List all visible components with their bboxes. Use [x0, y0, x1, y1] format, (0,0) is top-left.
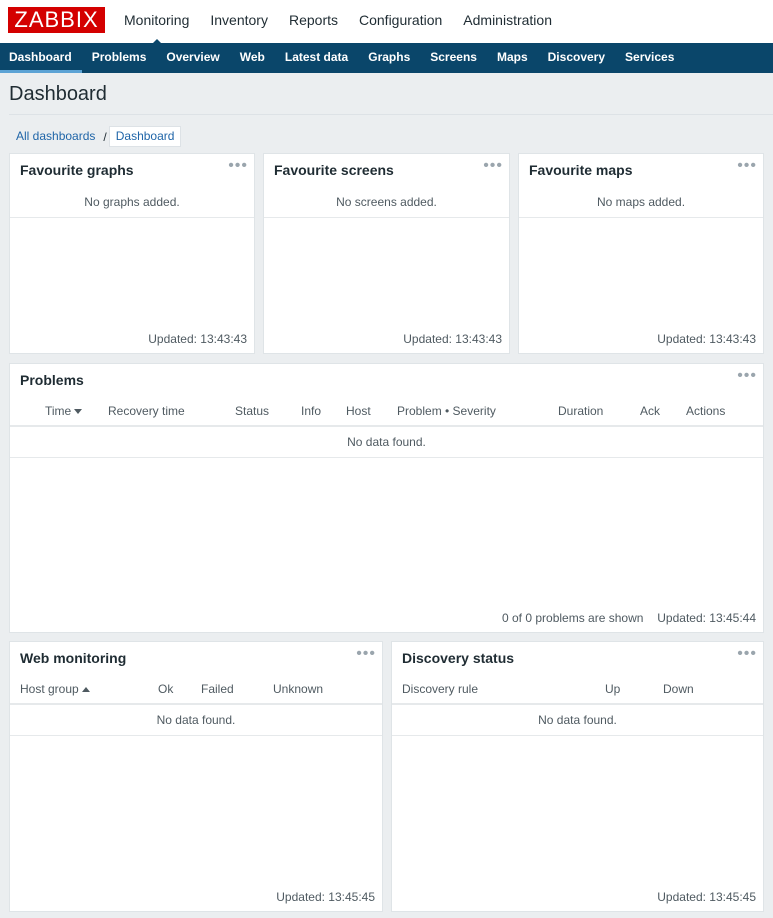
main-nav-configuration[interactable]: Configuration [359, 0, 442, 43]
widget-favourite-maps: Favourite maps ••• No maps added. Update… [518, 153, 764, 354]
column-ok: Ok [158, 682, 174, 696]
breadcrumb-separator: / [103, 129, 107, 144]
empty-message: No data found. [347, 435, 426, 449]
widget-menu-icon[interactable]: ••• [483, 157, 503, 175]
column-host-group[interactable]: Host group [20, 682, 90, 696]
column-ack: Ack [640, 404, 661, 418]
column-host-group-label: Host group [20, 682, 79, 696]
widget-menu-icon[interactable]: ••• [737, 367, 757, 385]
widget-title: Problems [20, 372, 84, 388]
widget-title: Favourite graphs [20, 162, 134, 178]
column-duration: Duration [558, 404, 604, 418]
divider [10, 217, 254, 218]
column-unknown: Unknown [273, 682, 324, 696]
breadcrumb-all-dashboards[interactable]: All dashboards [10, 127, 101, 146]
empty-message: No maps added. [596, 195, 686, 209]
column-down: Down [663, 682, 694, 696]
updated-time: Updated: 13:45:44 [657, 611, 756, 625]
empty-message: No data found. [156, 713, 236, 727]
title-divider [9, 114, 773, 115]
widget-title: Discovery status [402, 650, 515, 666]
updated-time: Updated: 13:45:45 [657, 890, 756, 904]
zabbix-logo[interactable]: ZABBIX [8, 7, 105, 33]
empty-message: No data found. [538, 713, 617, 727]
sub-nav-web[interactable]: Web [230, 43, 275, 73]
widget-menu-icon[interactable]: ••• [228, 157, 248, 175]
widget-menu-icon[interactable]: ••• [356, 645, 376, 663]
main-nav-monitoring[interactable]: Monitoring [124, 0, 189, 46]
sub-nav-services[interactable]: Services [615, 43, 684, 73]
widget-discovery-status: Discovery status ••• Discovery rule Up D… [391, 641, 764, 912]
column-time[interactable]: Time [45, 404, 83, 418]
widget-favourite-screens: Favourite screens ••• No screens added. … [263, 153, 510, 354]
column-recovery-time[interactable]: Recovery time [108, 404, 185, 418]
sub-nav-discovery[interactable]: Discovery [538, 43, 615, 73]
main-nav-reports[interactable]: Reports [289, 0, 338, 43]
main-nav-inventory[interactable]: Inventory [210, 0, 268, 43]
divider [10, 457, 763, 458]
column-failed: Failed [201, 682, 234, 696]
updated-time: Updated: 13:43:43 [657, 332, 756, 346]
sub-nav: Dashboard Problems Overview Web Latest d… [0, 43, 773, 73]
table-header-divider [10, 703, 382, 705]
main-nav: Monitoring Inventory Reports Configurati… [124, 0, 573, 46]
widget-web-monitoring: Web monitoring ••• Host group Ok Failed … [9, 641, 383, 912]
widget-problems: Problems ••• Time Recovery time Status I… [9, 363, 764, 633]
column-time-label: Time [45, 404, 72, 418]
sub-nav-graphs[interactable]: Graphs [358, 43, 420, 73]
widget-menu-icon[interactable]: ••• [737, 157, 757, 175]
column-problem-severity[interactable]: Problem • Severity [397, 404, 496, 418]
column-host[interactable]: Host [346, 404, 371, 418]
top-header: ZABBIX Monitoring Inventory Reports Conf… [0, 0, 773, 46]
widget-title: Web monitoring [20, 650, 127, 666]
updated-time: Updated: 13:43:43 [403, 332, 502, 346]
widget-favourite-graphs: Favourite graphs ••• No graphs added. Up… [9, 153, 255, 354]
problems-count: 0 of 0 problems are shown [502, 611, 644, 625]
sub-nav-latest-data[interactable]: Latest data [275, 43, 358, 73]
main-nav-administration[interactable]: Administration [463, 0, 552, 43]
divider [10, 735, 382, 736]
sub-nav-problems[interactable]: Problems [82, 43, 157, 73]
updated-time: Updated: 13:43:43 [148, 332, 247, 346]
breadcrumb: All dashboards / Dashboard [10, 126, 182, 147]
column-up: Up [605, 682, 621, 696]
column-info: Info [301, 404, 322, 418]
divider [264, 217, 509, 218]
table-header-divider [392, 703, 763, 705]
empty-message: No screens added. [336, 195, 437, 209]
column-discovery-rule: Discovery rule [402, 682, 479, 696]
sort-asc-icon [81, 687, 90, 693]
widget-menu-icon[interactable]: ••• [737, 645, 757, 663]
sub-nav-screens[interactable]: Screens [420, 43, 487, 73]
divider [392, 735, 763, 736]
sub-nav-maps[interactable]: Maps [487, 43, 538, 73]
breadcrumb-current[interactable]: Dashboard [108, 126, 182, 147]
empty-message: No graphs added. [84, 195, 180, 209]
updated-time: Updated: 13:45:45 [276, 890, 375, 904]
sub-nav-dashboard[interactable]: Dashboard [0, 43, 82, 73]
widget-title: Favourite screens [274, 162, 394, 178]
divider [519, 217, 763, 218]
sort-desc-icon [74, 409, 83, 415]
sub-nav-overview[interactable]: Overview [156, 43, 229, 73]
page-title: Dashboard [9, 83, 107, 105]
column-actions: Actions [686, 404, 726, 418]
widget-title: Favourite maps [529, 162, 633, 178]
column-status[interactable]: Status [235, 404, 269, 418]
table-header-divider [10, 425, 763, 427]
